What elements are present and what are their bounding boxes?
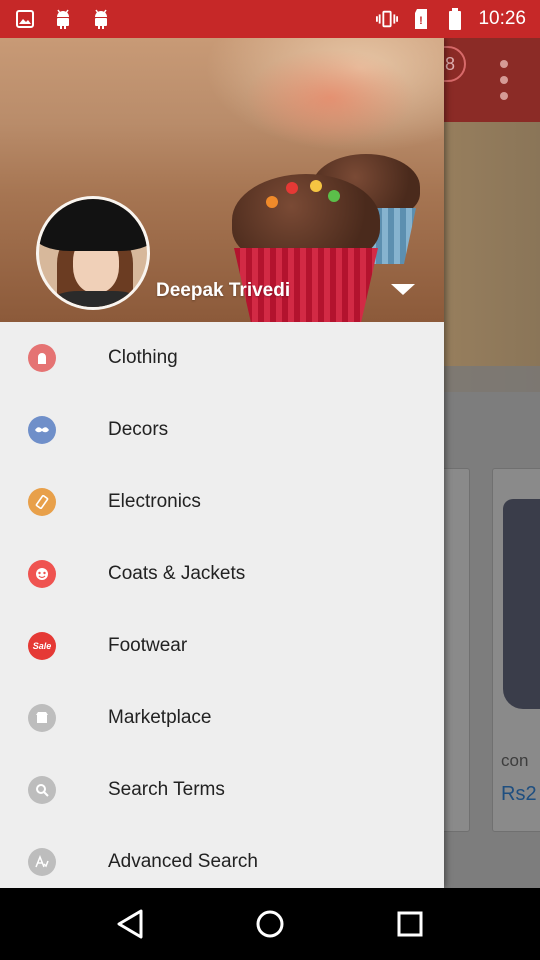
product-card[interactable]: con Rs2 bbox=[492, 468, 540, 832]
recents-icon[interactable] bbox=[388, 902, 432, 946]
product-image bbox=[503, 499, 540, 709]
drawer-item-marketplace[interactable]: Marketplace bbox=[0, 682, 444, 754]
status-bar: ! 10:26 bbox=[0, 0, 540, 38]
clothing-icon bbox=[28, 344, 56, 372]
drawer-item-label: Footwear bbox=[108, 635, 188, 656]
drawer-item-label: Marketplace bbox=[108, 707, 212, 728]
drawer-header: Deepak Trivedi bbox=[0, 38, 444, 322]
drawer-item-advanced-search[interactable]: Advanced Search bbox=[0, 826, 444, 888]
marketplace-icon bbox=[28, 704, 56, 732]
account-dropdown-icon[interactable] bbox=[390, 284, 416, 298]
home-icon[interactable] bbox=[248, 902, 292, 946]
drawer-item-footwear[interactable]: Sale Footwear bbox=[0, 610, 444, 682]
user-name: Deepak Trivedi bbox=[156, 280, 291, 301]
overflow-menu-icon[interactable] bbox=[494, 60, 514, 100]
drawer-item-clothing[interactable]: Clothing bbox=[0, 322, 444, 394]
drawer-item-label: Search Terms bbox=[108, 779, 225, 800]
android-icon bbox=[90, 8, 112, 30]
no-sim-icon: ! bbox=[410, 8, 432, 30]
product-name: con bbox=[501, 751, 529, 770]
system-nav-bar bbox=[0, 888, 540, 960]
drawer-item-label: Advanced Search bbox=[108, 851, 258, 872]
drawer-item-label: Coats & Jackets bbox=[108, 563, 246, 584]
drawer-item-electronics[interactable]: Electronics bbox=[0, 466, 444, 538]
drawer-item-label: Clothing bbox=[108, 347, 178, 368]
drawer-item-label: Electronics bbox=[108, 491, 201, 512]
drawer-item-decors[interactable]: Decors bbox=[0, 394, 444, 466]
drawer-menu: Clothing Decors Electronics Coats & Jackets… bbox=[0, 322, 444, 888]
android-icon bbox=[52, 8, 74, 30]
drawer-item-search-terms[interactable]: Search Terms bbox=[0, 754, 444, 826]
sale-icon: Sale bbox=[28, 632, 56, 660]
advanced-search-icon bbox=[28, 848, 56, 876]
sale-icon-text: Sale bbox=[32, 641, 52, 651]
electronics-icon bbox=[28, 488, 56, 516]
navigation-drawer: Deepak Trivedi Clothing Decors Electronics… bbox=[0, 38, 444, 888]
avatar[interactable] bbox=[36, 196, 150, 310]
product-price: Rs2 bbox=[501, 783, 537, 805]
search-icon bbox=[28, 776, 56, 804]
vibrate-icon bbox=[376, 8, 399, 30]
drawer-item-coats-jackets[interactable]: Coats & Jackets bbox=[0, 538, 444, 610]
jacket-icon bbox=[28, 560, 56, 588]
back-icon[interactable] bbox=[108, 902, 152, 946]
drawer-item-label: Decors bbox=[108, 419, 169, 440]
status-time: 10:26 bbox=[478, 8, 526, 29]
decor-icon bbox=[28, 416, 56, 444]
image-icon bbox=[14, 8, 36, 30]
svg-text:!: ! bbox=[420, 15, 424, 27]
battery-icon bbox=[444, 8, 466, 30]
